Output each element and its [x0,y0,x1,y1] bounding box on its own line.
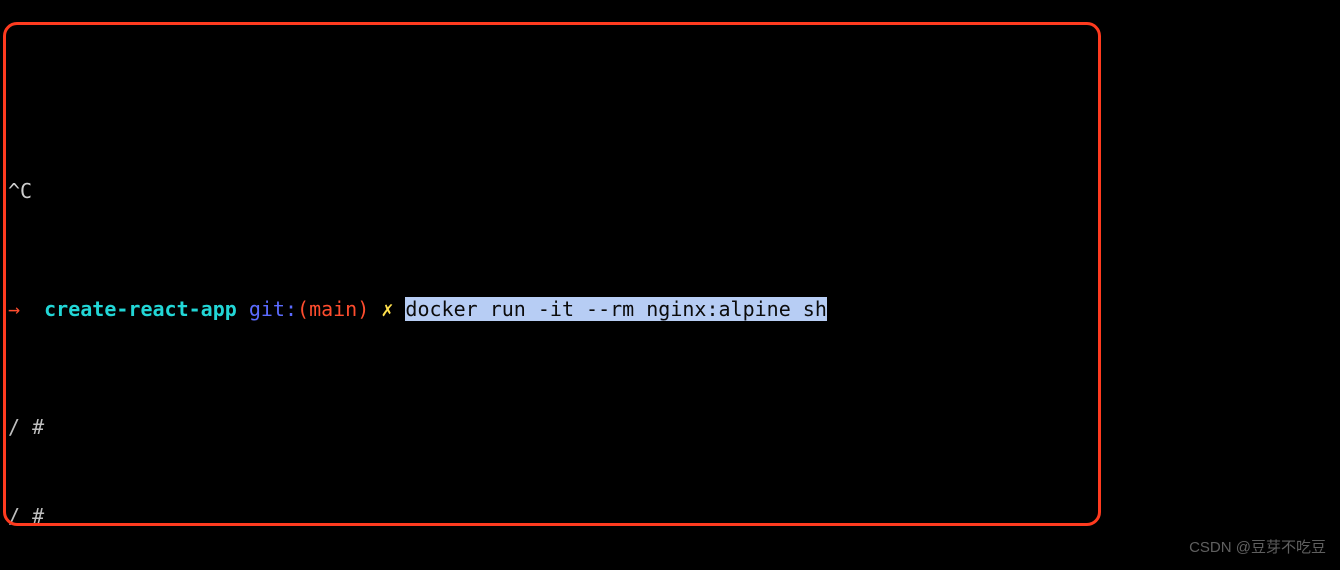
terminal-screen[interactable]: ^C → create-react-app git:(main) ✗ docke… [0,118,1340,570]
paren-open: ( [297,297,309,321]
git-label: git: [249,297,297,321]
git-branch: main [309,297,357,321]
prompt-arrow-icon: → [8,297,20,321]
dirty-icon: ✗ [381,297,393,321]
paren-close: ) [357,297,369,321]
cwd: create-react-app [44,297,237,321]
shell-line: / # [8,502,1332,532]
highlighted-command[interactable]: docker run -it --rm nginx:alpine sh [405,297,826,321]
partial-line: ^C [8,177,1332,207]
shell-line: / # [8,413,1332,443]
watermark: CSDN @豆芽不吃豆 [1189,533,1326,563]
prompt-line-1[interactable]: → create-react-app git:(main) ✗ docker r… [8,295,1332,325]
